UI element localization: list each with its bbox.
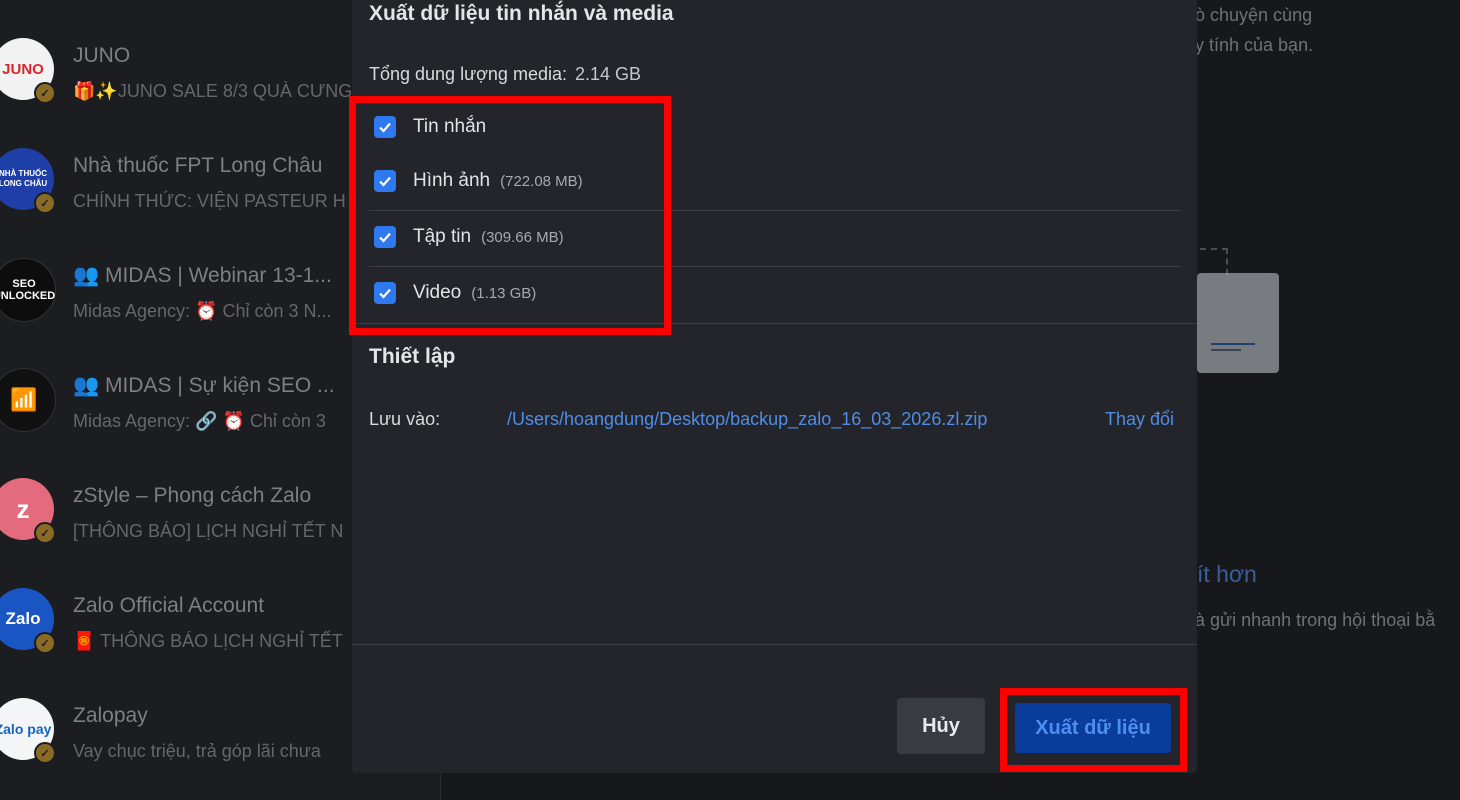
chat-name: Zalopay <box>73 704 148 727</box>
chat-preview: 🎁✨JUNO SALE 8/3 QUÀ CƯNG <box>73 81 353 101</box>
option-label: Hình ảnh <box>413 170 491 191</box>
avatar: z ✓ <box>0 478 56 544</box>
option-files[interactable]: Tập tin (309.66 MB) <box>369 210 1181 266</box>
option-size: (309.66 MB) <box>481 229 564 246</box>
option-label: Tin nhắn <box>413 116 487 137</box>
option-messages[interactable]: Tin nhắn <box>369 100 1181 156</box>
welcome-text: ò chuyện cùng <box>1195 5 1313 25</box>
option-images[interactable]: Hình ảnh (722.08 MB) <box>369 154 1181 210</box>
footer-divider <box>352 644 1197 645</box>
avatar-logo: SEO UNLOCKED <box>0 258 56 322</box>
change-location-link[interactable]: Thay đổi <box>1105 409 1174 430</box>
total-label: Tổng dung lượng media: <box>369 64 567 84</box>
chat-preview: Vay chục triệu, trả góp lãi chưa <box>73 741 321 761</box>
chat-preview: CHÍNH THỨC: VIỆN PASTEUR H <box>73 191 346 211</box>
welcome-illustration <box>1197 273 1279 373</box>
option-label: Video <box>413 282 462 303</box>
chat-name: Zalo Official Account <box>73 594 265 617</box>
verified-badge-icon: ✓ <box>34 82 56 104</box>
checkbox-checked-icon[interactable] <box>374 282 396 304</box>
chat-name: 👥 MIDAS | Sự kiện SEO ... <box>73 374 335 397</box>
chat-name: Nhà thuốc FPT Long Châu <box>73 154 323 177</box>
verified-badge-icon: ✓ <box>34 192 56 214</box>
welcome-link[interactable]: ít hơn <box>1197 561 1257 588</box>
option-size: (722.08 MB) <box>500 173 583 190</box>
avatar: SEO UNLOCKED <box>0 258 56 322</box>
chat-name: zStyle – Phong cách Zalo <box>73 484 312 507</box>
welcome-text: y tính của bạn. <box>1195 35 1314 55</box>
option-size: (1.13 GB) <box>471 285 537 302</box>
verified-badge-icon: ✓ <box>34 742 56 764</box>
total-value: 2.14 GB <box>574 64 642 84</box>
avatar: JUNO ✓ <box>0 38 56 104</box>
save-location-label: Lưu vào: <box>369 409 441 429</box>
option-label: Tập tin <box>413 226 472 247</box>
chat-preview: 🧧 THÔNG BÁO LỊCH NGHỈ TẾT <box>73 631 343 651</box>
dialog-title: Xuất dữ liệu tin nhắn và media <box>369 2 674 25</box>
verified-badge-icon: ✓ <box>34 522 56 544</box>
chat-preview: Midas Agency: 🔗 ⏰ Chỉ còn 3 <box>73 411 326 431</box>
welcome-text: à gửi nhanh trong hội thoại bằ <box>1195 610 1436 630</box>
illustration-connector <box>1200 248 1228 275</box>
checkbox-checked-icon[interactable] <box>374 226 396 248</box>
avatar-logo: 📶 <box>0 368 56 432</box>
avatar: Zalo pay ✓ <box>0 698 56 764</box>
checkbox-checked-icon[interactable] <box>374 170 396 192</box>
avatar: Zalo ✓ <box>0 588 56 654</box>
cancel-button[interactable]: Hủy <box>897 698 985 754</box>
settings-title: Thiết lập <box>369 345 456 368</box>
export-button[interactable]: Xuất dữ liệu <box>1015 703 1171 753</box>
divider <box>352 323 1197 324</box>
export-dialog: Xuất dữ liệu tin nhắn và media Tổng dung… <box>352 0 1197 773</box>
avatar: 📶 <box>0 368 56 432</box>
avatar: NHÀ THUỐC LONG CHÂU ✓ <box>0 148 56 214</box>
total-media-size: Tổng dung lượng media: 2.14 GB <box>369 64 641 85</box>
checkbox-checked-icon[interactable] <box>374 116 396 138</box>
chat-preview: Midas Agency: ⏰ Chỉ còn 3 N... <box>73 301 332 321</box>
chat-preview: [THÔNG BÁO] LỊCH NGHỈ TẾT N <box>73 521 344 541</box>
verified-badge-icon: ✓ <box>34 632 56 654</box>
option-video[interactable]: Video (1.13 GB) <box>369 266 1181 322</box>
chat-name: 👥 MIDAS | Webinar 13-1... <box>73 264 332 287</box>
save-path-link[interactable]: /Users/hoangdung/Desktop/backup_zalo_16_… <box>507 409 987 430</box>
chat-name: JUNO <box>73 44 131 67</box>
